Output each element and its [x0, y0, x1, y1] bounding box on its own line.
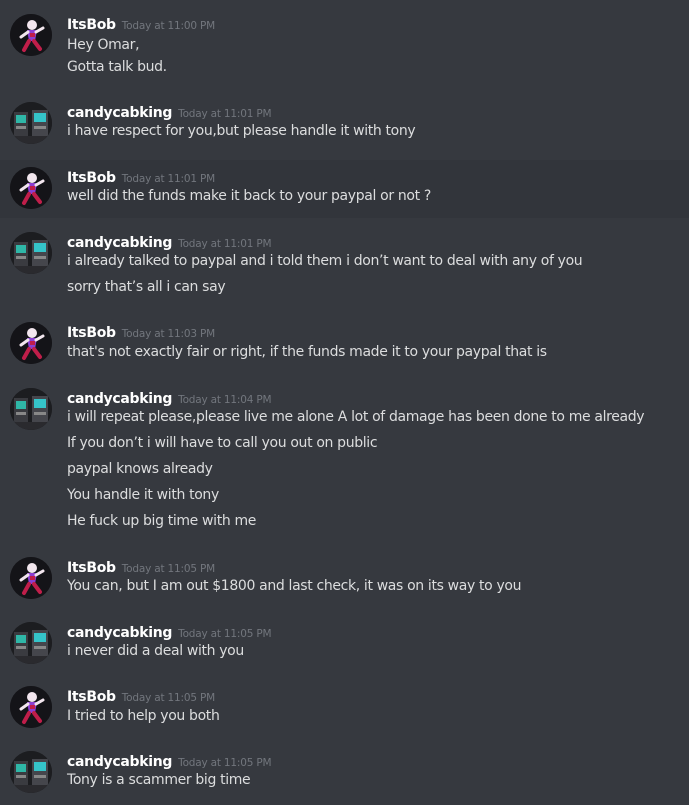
author-name[interactable]: candycabking [67, 754, 172, 770]
message-group: ItsBob Today at 11:03 PM that's not exact… [0, 322, 689, 370]
timestamp: Today at 11:05 PM [178, 757, 272, 769]
message-text: paypal knows already [67, 461, 213, 477]
timestamp: Today at 11:01 PM [121, 173, 215, 185]
message-group: candycabking Today at 11:05 PM Tony is a … [0, 751, 689, 799]
message-text: I tried to help you both [67, 708, 220, 724]
author-name[interactable]: ItsBob [67, 17, 116, 33]
message-text: If you don’t i will have to call you out… [67, 435, 378, 451]
message-group: candycabking Today at 11:04 PM i will rep… [0, 388, 689, 538]
message-text: i already talked to paypal and i told th… [67, 253, 583, 269]
arcade-cabinets-avatar-icon[interactable] [10, 232, 52, 274]
message-group: candycabking Today at 11:01 PM i already … [0, 232, 689, 302]
message-text: i never did a deal with you [67, 643, 244, 659]
message-text: He fuck up big time with me [67, 513, 257, 529]
author-name[interactable]: ItsBob [67, 170, 116, 186]
message-group: candycabking Today at 11:05 PM i never di… [0, 622, 689, 670]
purple-runner-avatar-icon[interactable] [10, 322, 52, 364]
message-text: i have respect for you,but please handle… [67, 123, 416, 139]
timestamp: Today at 11:01 PM [178, 108, 272, 120]
message-text: well did the funds make it back to your … [67, 188, 431, 204]
author-name[interactable]: candycabking [67, 391, 172, 407]
message-group: ItsBob Today at 11:05 PM You can, but I a… [0, 557, 689, 605]
message-group: ItsBob Today at 11:05 PM I tried to help … [0, 686, 689, 734]
purple-runner-avatar-icon[interactable] [10, 14, 52, 56]
purple-runner-avatar-icon[interactable] [10, 167, 52, 209]
message-text: i will repeat please,please live me alon… [67, 409, 645, 425]
arcade-cabinets-avatar-icon[interactable] [10, 388, 52, 430]
author-name[interactable]: ItsBob [67, 325, 116, 341]
timestamp: Today at 11:04 PM [178, 394, 272, 406]
author-name[interactable]: ItsBob [67, 560, 116, 576]
arcade-cabinets-avatar-icon[interactable] [10, 751, 52, 793]
message-group: candycabking Today at 11:01 PM i have res… [0, 102, 689, 150]
timestamp: Today at 11:05 PM [178, 628, 272, 640]
author-name[interactable]: ItsBob [67, 689, 116, 705]
timestamp: Today at 11:03 PM [121, 328, 215, 340]
author-name[interactable]: candycabking [67, 625, 172, 641]
timestamp: Today at 11:05 PM [121, 692, 215, 704]
arcade-cabinets-avatar-icon[interactable] [10, 622, 52, 664]
message-text: Hey Omar, [67, 37, 140, 53]
message-text: Gotta talk bud. [67, 59, 167, 75]
timestamp: Today at 11:00 PM [121, 20, 215, 32]
message-text: You can, but I am out $1800 and last che… [67, 578, 522, 594]
author-name[interactable]: candycabking [67, 105, 172, 121]
message-group: ItsBob Today at 11:00 PM Hey Omar, Gotta … [0, 14, 689, 84]
message-text: Tony is a scammer big time [67, 772, 251, 788]
message-text: that's not exactly fair or right, if the… [67, 344, 547, 360]
timestamp: Today at 11:05 PM [121, 563, 215, 575]
author-name[interactable]: candycabking [67, 235, 172, 251]
purple-runner-avatar-icon[interactable] [10, 557, 52, 599]
arcade-cabinets-avatar-icon[interactable] [10, 102, 52, 144]
message-text: sorry that’s all i can say [67, 279, 226, 295]
message-group: ItsBob Today at 11:01 PM well did the fun… [0, 160, 689, 218]
timestamp: Today at 11:01 PM [178, 238, 272, 250]
purple-runner-avatar-icon[interactable] [10, 686, 52, 728]
message-text: You handle it with tony [67, 487, 219, 503]
